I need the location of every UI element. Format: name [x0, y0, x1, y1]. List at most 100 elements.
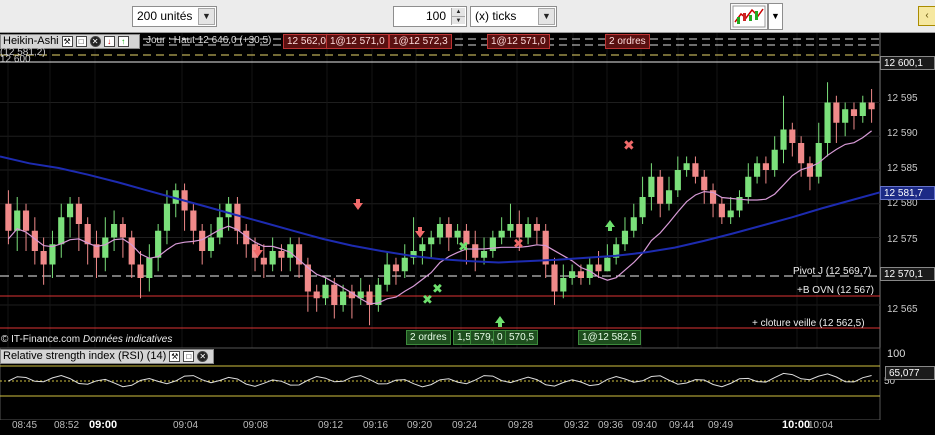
candle-body [674, 170, 681, 191]
rsi-axis-label: 100 [887, 348, 906, 360]
chevron-down-icon[interactable]: ▼ [538, 8, 555, 25]
candle-body [190, 210, 197, 231]
candle-body [5, 203, 12, 231]
time-label: 09:36 [598, 420, 624, 431]
candle-body [75, 203, 82, 224]
maximize-icon[interactable]: □ [183, 351, 195, 362]
partial-price-label: 12 600 [0, 54, 31, 65]
chevron-down-icon[interactable]: ▼ [198, 8, 215, 25]
move-down-icon[interactable]: ↓ [103, 36, 115, 47]
order-tag[interactable]: 1@12 571,0 [487, 34, 550, 49]
candle-body [604, 257, 611, 272]
candle-body [762, 163, 769, 170]
units-select[interactable]: 200 unités ▼ [132, 6, 217, 27]
chart-style-dropdown[interactable]: ▼ [768, 3, 783, 30]
candle-body [313, 291, 320, 299]
candle-body [551, 264, 558, 292]
order-tag[interactable]: 1@12 572,3 [389, 34, 452, 49]
candle-body [639, 197, 646, 218]
chart-style-button[interactable] [730, 3, 768, 30]
candle-body [155, 230, 162, 258]
current-price-tag: 12 600,1 [880, 56, 935, 70]
spin-up-icon[interactable]: ▲ [452, 8, 465, 16]
candle-body [692, 163, 699, 177]
candle-body [859, 102, 866, 116]
candle-body [199, 230, 206, 251]
rsi-value-tag: 65,077 [885, 366, 935, 380]
candle-body [789, 129, 796, 143]
candle-body [850, 109, 858, 116]
b-ovn-label: +B OVN (12 567) [797, 285, 874, 296]
order-tag[interactable]: 2 ordres [406, 330, 451, 345]
ticks-select-value: (x) ticks [475, 9, 517, 23]
chart-area[interactable]: ✖ ✖ ✖ ✖ ✖ [0, 33, 935, 435]
candle-body [40, 251, 47, 265]
candle-body [815, 143, 822, 177]
price-axis-label: 12 565 [887, 304, 918, 315]
chart-style-icon [732, 5, 766, 28]
wrench-icon[interactable]: ⚒ [169, 351, 181, 362]
candle-body [842, 109, 849, 123]
ticks-select[interactable]: (x) ticks ▼ [470, 6, 557, 27]
candle-body [648, 176, 655, 197]
candle-body [577, 271, 585, 278]
close-icon[interactable]: ✕ [197, 351, 209, 362]
wrench-icon[interactable]: ⚒ [61, 36, 73, 47]
time-label: 09:40 [632, 420, 658, 431]
order-tag[interactable]: 12 562,0 [283, 34, 330, 49]
candle-body [472, 244, 479, 258]
time-label: 09:44 [669, 420, 695, 431]
candle-body [569, 271, 576, 278]
candle-body [102, 237, 109, 258]
move-up-icon[interactable]: ↑ [117, 36, 129, 47]
candle-body [146, 257, 153, 278]
count-spinner[interactable]: 100 ▲ ▼ [393, 6, 467, 27]
candle-body [384, 264, 391, 285]
candle-body [428, 237, 435, 245]
spinner-buttons[interactable]: ▲ ▼ [451, 8, 465, 25]
close-icon[interactable]: ✕ [89, 36, 101, 47]
time-label: 10:00 [782, 419, 811, 431]
time-label: 09:24 [452, 420, 478, 431]
candle-body [436, 224, 444, 238]
credit-text: © IT-Finance.com [1, 334, 81, 345]
candle-body [665, 190, 673, 204]
credit-label: © IT-Finance.com Données indicatives [1, 333, 172, 347]
units-select-value: 200 unités [137, 9, 193, 23]
price-axis-label: 12 590 [887, 128, 918, 139]
candle-body [480, 251, 488, 258]
candle-body [269, 251, 276, 265]
time-label: 10:04 [808, 420, 834, 431]
candle-body [234, 203, 241, 231]
candle-body [824, 102, 831, 143]
price-axis-label: 12 595 [887, 93, 918, 104]
pivot-label: Pivot J (12 569,7) [793, 266, 872, 277]
candle-body [498, 230, 505, 238]
candle-body [727, 210, 734, 218]
order-tag[interactable]: 2 ordres [605, 34, 650, 49]
candle-body [560, 278, 567, 292]
candle-body [533, 224, 540, 231]
candle-body [260, 257, 267, 265]
candle-body [340, 291, 347, 305]
time-label: 08:45 [12, 420, 38, 431]
candle-body [780, 129, 787, 150]
time-label: 09:20 [407, 420, 433, 431]
price-axis-label: 12 575 [887, 234, 918, 245]
order-tag[interactable]: 570,5 [505, 330, 539, 345]
rsi-panel-header: Relative strength index (RSI) (14) ⚒ □ ✕ [0, 349, 214, 364]
order-tag[interactable]: 1@12 582,5 [578, 330, 641, 345]
day-high-label: Jour : Haut 12 646,0 (+30,5) [146, 35, 272, 46]
collapse-tab-icon[interactable]: ‹ [918, 6, 935, 26]
order-tag[interactable]: 1@12 571,0 [326, 34, 389, 49]
maximize-icon[interactable]: □ [75, 36, 87, 47]
candle-body [507, 224, 514, 231]
candle-body [516, 224, 523, 238]
time-label: 09:32 [564, 420, 590, 431]
candle-body [868, 102, 875, 110]
spin-down-icon[interactable]: ▼ [452, 16, 465, 24]
candle-body [66, 203, 74, 218]
candle-body [683, 163, 690, 170]
candle-body [771, 149, 778, 170]
candle-body [119, 224, 126, 238]
